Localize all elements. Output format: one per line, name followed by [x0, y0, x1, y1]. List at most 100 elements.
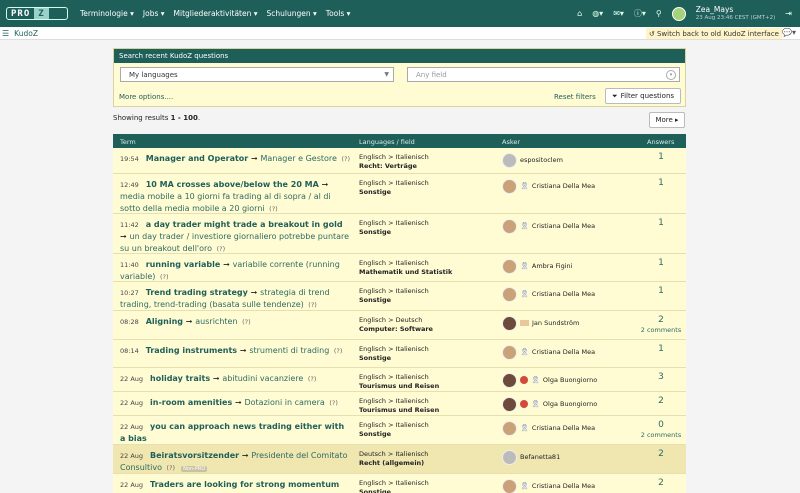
menu-jobs[interactable]: Jobs ▾	[143, 9, 165, 18]
mail-icon[interactable]: ✉▾	[613, 9, 624, 18]
user-info[interactable]: Zea_Mays 23 Aug 23:46 CEST (GMT+2)	[696, 5, 776, 23]
switch-back-link[interactable]: ↺ Switch back to old KudoZ interface	[645, 28, 782, 39]
proz-logo[interactable]: PRO Z	[6, 7, 68, 20]
avatar[interactable]	[502, 372, 517, 388]
comments-link[interactable]: 2 comments	[635, 326, 687, 334]
language-select[interactable]: My languages ▼	[120, 67, 394, 82]
avatar[interactable]	[502, 258, 517, 274]
help-marker[interactable]: (?)	[308, 301, 317, 309]
answers-cell[interactable]: 1	[635, 152, 687, 162]
asker-name[interactable]: espositoclem	[520, 156, 563, 164]
source-term-link[interactable]: Trend trading strategy	[146, 288, 248, 297]
asker-cell[interactable]: 🎗 Ambra Figini	[502, 258, 572, 274]
answer-count[interactable]: 1	[658, 152, 664, 162]
asker-cell[interactable]: 🎗 Olga Buongiorno	[502, 372, 597, 388]
asker-name[interactable]: Cristiana Della Mea	[532, 348, 595, 356]
avatar[interactable]	[502, 396, 517, 412]
answer-count[interactable]: 1	[658, 286, 664, 296]
target-term[interactable]: ausrichten	[195, 317, 237, 326]
source-term-link[interactable]: Beiratsvorsitzender	[150, 451, 239, 460]
asker-name[interactable]: Olga Buongiorno	[543, 400, 597, 408]
help-marker[interactable]: (?)	[342, 155, 351, 163]
more-options-link[interactable]: More options....	[119, 93, 173, 101]
asker-name[interactable]: Cristiana Della Mea	[532, 290, 595, 298]
filter-questions-button[interactable]: ⏷ Filter questions	[605, 88, 681, 104]
answers-cell[interactable]: 2	[635, 449, 687, 459]
source-term-link[interactable]: running variable	[146, 260, 221, 269]
answer-count[interactable]: 2	[658, 396, 664, 406]
menu-mitgliederaktivitaeten[interactable]: Mitgliederaktivitäten ▾	[174, 9, 258, 18]
globe-icon[interactable]: ◍▾	[592, 9, 603, 18]
help-marker[interactable]: (?)	[242, 318, 251, 326]
avatar[interactable]	[502, 178, 517, 194]
asker-cell[interactable]: 🎗 Olga Buongiorno	[502, 396, 597, 412]
answers-cell[interactable]: 02 comments	[635, 420, 687, 439]
answer-count[interactable]: 2	[658, 478, 664, 488]
help-marker[interactable]: (?)	[329, 399, 338, 407]
avatar[interactable]	[502, 218, 517, 234]
answer-count[interactable]: 1	[658, 344, 664, 354]
asker-cell[interactable]: 🎗 Cristiana Della Mea	[502, 344, 595, 360]
asker-name[interactable]: Cristiana Della Mea	[532, 222, 595, 230]
chat-icon[interactable]: 💬▾	[782, 28, 796, 37]
logout-icon[interactable]: ⇥	[785, 9, 792, 18]
source-term-link[interactable]: Trading instruments	[146, 346, 237, 355]
answer-count[interactable]: 2	[658, 449, 664, 459]
target-term[interactable]: Dotazioni in camera	[244, 398, 324, 407]
asker-cell[interactable]: 🎗 Cristiana Della Mea	[502, 286, 595, 302]
answer-count[interactable]: 0	[658, 420, 664, 430]
asker-cell[interactable]: 🎗 Cristiana Della Mea	[502, 218, 595, 234]
source-term-link[interactable]: Traders are looking for strong momentum	[150, 480, 339, 489]
answers-cell[interactable]: 2	[635, 396, 687, 406]
answers-cell[interactable]: 2	[635, 478, 687, 488]
help-marker[interactable]: (?)	[334, 347, 343, 355]
asker-name[interactable]: Jan Sundström	[532, 319, 579, 327]
answers-cell[interactable]: 1	[635, 178, 687, 188]
user-avatar[interactable]	[671, 6, 686, 21]
asker-cell[interactable]: Jan Sundström	[502, 315, 579, 331]
asker-cell[interactable]: 🎗 Cristiana Della Mea	[502, 420, 595, 436]
more-button[interactable]: More ▸	[649, 112, 685, 128]
menu-tools[interactable]: Tools ▾	[326, 9, 351, 18]
answer-count[interactable]: 1	[658, 218, 664, 228]
answers-cell[interactable]: 1	[635, 344, 687, 354]
hamburger-menu-icon[interactable]: ☰	[2, 29, 9, 38]
help-marker[interactable]: (?)	[217, 245, 226, 253]
menu-terminologie[interactable]: Terminologie ▾	[80, 9, 134, 18]
target-term[interactable]: un day trader / investiore giornaliero p…	[120, 232, 349, 253]
help-marker[interactable]: (?)	[160, 273, 169, 281]
answers-cell[interactable]: 1	[635, 218, 687, 228]
source-term-link[interactable]: 10 MA crosses above/below the 20 MA	[146, 180, 319, 189]
source-term-link[interactable]: in-room amenities	[150, 398, 232, 407]
avatar[interactable]	[502, 152, 517, 168]
field-select[interactable]: Any field ▾	[407, 67, 680, 82]
answer-count[interactable]: 1	[658, 258, 664, 268]
source-term-link[interactable]: Manager and Operator	[146, 154, 249, 163]
menu-schulungen[interactable]: Schulungen ▾	[267, 9, 317, 18]
avatar[interactable]	[502, 420, 517, 436]
target-term[interactable]: Manager e Gestore	[261, 154, 337, 163]
home-icon[interactable]: ⌂	[577, 9, 582, 18]
search-icon[interactable]: ⚲	[656, 9, 662, 18]
asker-name[interactable]: Olga Buongiorno	[543, 376, 597, 384]
reset-filters-link[interactable]: Reset filters	[554, 93, 596, 101]
avatar[interactable]	[502, 315, 517, 331]
asker-name[interactable]: Befanetta81	[520, 453, 560, 461]
source-term-link[interactable]: Aligning	[146, 317, 183, 326]
asker-cell[interactable]: 🎗 Cristiana Della Mea	[502, 178, 595, 194]
avatar[interactable]	[502, 286, 517, 302]
answers-cell[interactable]: 1	[635, 258, 687, 268]
help-marker[interactable]: (?)	[167, 464, 176, 472]
asker-cell[interactable]: espositoclem	[502, 152, 563, 168]
avatar[interactable]	[502, 449, 517, 465]
comments-link[interactable]: 2 comments	[635, 431, 687, 439]
answers-cell[interactable]: 3	[635, 372, 687, 382]
source-term-link[interactable]: you can approach news trading either wit…	[120, 422, 344, 443]
answer-count[interactable]: 3	[658, 372, 664, 382]
asker-name[interactable]: Cristiana Della Mea	[532, 182, 595, 190]
asker-cell[interactable]: 🎗 Cristiana Della Mea	[502, 478, 595, 493]
asker-name[interactable]: Cristiana Della Mea	[532, 424, 595, 432]
avatar[interactable]	[502, 344, 517, 360]
avatar[interactable]	[502, 478, 517, 493]
help-marker[interactable]: (?)	[269, 205, 278, 213]
